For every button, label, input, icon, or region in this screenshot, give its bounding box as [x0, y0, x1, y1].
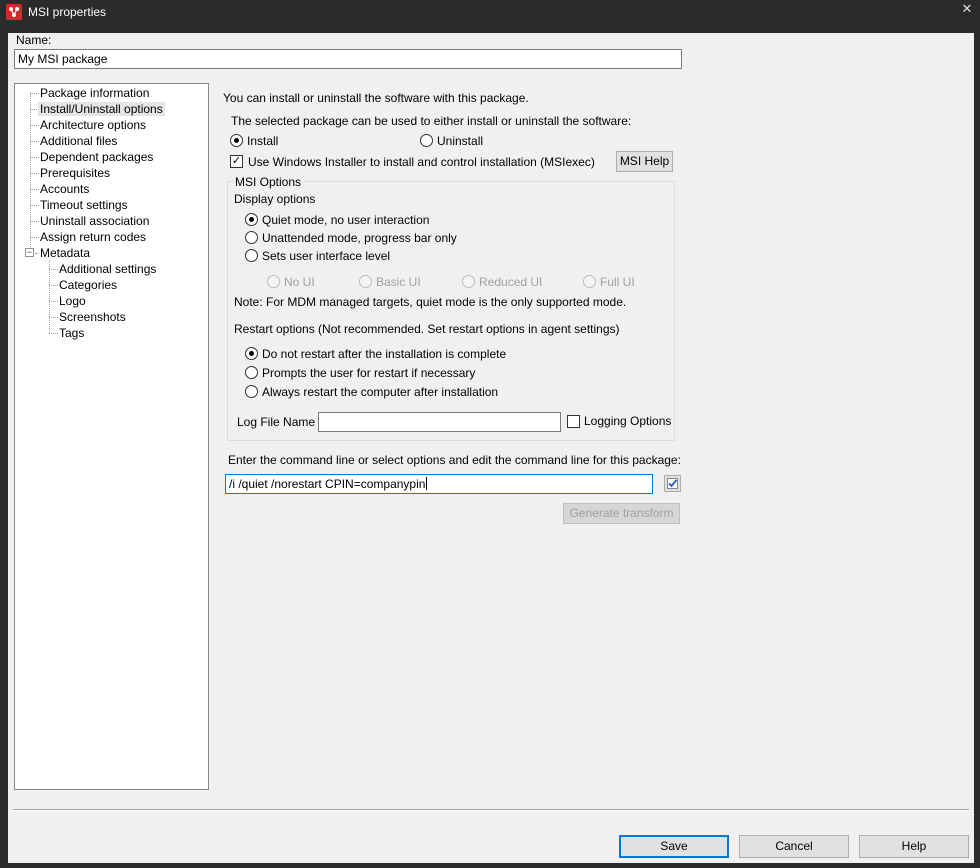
tree-item-uninstall-association[interactable]: Uninstall association — [40, 214, 149, 228]
install-radio[interactable] — [230, 134, 243, 147]
uninstall-radio[interactable] — [420, 134, 433, 147]
mode-prompt: The selected package can be used to eith… — [231, 114, 632, 128]
log-file-label: Log File Name — [237, 415, 316, 429]
name-label: Name: — [16, 33, 52, 47]
dialog-body: Name: My MSI package Package information… — [8, 33, 974, 863]
install-label: Install — [247, 134, 279, 148]
tree-item-additional-settings[interactable]: Additional settings — [59, 262, 156, 276]
no-ui-radio[interactable] — [267, 275, 280, 288]
uninstall-label: Uninstall — [437, 134, 484, 148]
tree-item-tags[interactable]: Tags — [59, 326, 84, 340]
name-input[interactable]: My MSI package — [14, 49, 682, 69]
display-options-title: Display options — [234, 192, 316, 206]
msi-help-button[interactable]: MSI Help — [616, 151, 673, 172]
no-ui-label: No UI — [284, 275, 315, 289]
tree-item-install-uninstall-options[interactable]: Install/Uninstall options — [38, 102, 165, 116]
check-icon — [667, 478, 678, 489]
reduced-ui-label: Reduced UI — [479, 275, 543, 289]
close-icon[interactable]: ✕ — [960, 2, 974, 16]
restart-options-title: Restart options (Not recommended. Set re… — [234, 322, 620, 336]
prompt-restart-radio[interactable] — [245, 366, 258, 379]
cmdline-input[interactable]: /i /quiet /norestart CPIN=companypin — [225, 474, 653, 494]
tree-item-logo[interactable]: Logo — [59, 294, 86, 308]
no-restart-label: Do not restart after the installation is… — [262, 347, 507, 361]
collapse-icon[interactable]: − — [25, 248, 34, 257]
tree-item-dependent-packages[interactable]: Dependent packages — [40, 150, 153, 164]
cancel-button[interactable]: Cancel — [739, 835, 849, 858]
prompt-restart-label: Prompts the user for restart if necessar… — [262, 366, 476, 380]
intro-text: You can install or uninstall the softwar… — [223, 91, 529, 105]
mdm-note: Note: For MDM managed targets, quiet mod… — [234, 295, 627, 309]
always-restart-label: Always restart the computer after instal… — [262, 385, 499, 399]
tree-item-accounts[interactable]: Accounts — [40, 182, 89, 196]
generate-transform-button[interactable]: Generate transform — [563, 503, 680, 524]
help-button[interactable]: Help — [859, 835, 969, 858]
use-msiexec-label: Use Windows Installer to install and con… — [248, 155, 595, 169]
ui-level-label: Sets user interface level — [262, 249, 391, 263]
unattended-mode-radio[interactable] — [245, 231, 258, 244]
tree-item-prerequisites[interactable]: Prerequisites — [40, 166, 110, 180]
tree-item-categories[interactable]: Categories — [59, 278, 117, 292]
footer-separator — [13, 809, 969, 811]
basic-ui-label: Basic UI — [376, 275, 421, 289]
tree-item-architecture-options[interactable]: Architecture options — [40, 118, 146, 132]
ui-level-radio[interactable] — [245, 249, 258, 262]
tree-item-package-information[interactable]: Package information — [40, 86, 149, 100]
text-caret — [426, 477, 428, 490]
navigation-tree: Package information Install/Uninstall op… — [14, 83, 209, 790]
save-button[interactable]: Save — [619, 835, 729, 858]
log-file-input[interactable] — [318, 412, 561, 432]
tree-item-assign-return-codes[interactable]: Assign return codes — [40, 230, 146, 244]
logging-options-checkbox[interactable] — [567, 415, 580, 428]
window-title: MSI properties — [28, 5, 107, 19]
apply-cmdline-button[interactable] — [664, 475, 681, 492]
reduced-ui-radio[interactable] — [462, 275, 475, 288]
full-ui-radio[interactable] — [583, 275, 596, 288]
msi-options-title: MSI Options — [233, 175, 304, 189]
title-bar: MSI properties ✕ — [0, 0, 980, 26]
logging-options-label: Logging Options — [584, 414, 672, 428]
cmdline-value: /i /quiet /norestart CPIN=companypin — [229, 477, 426, 491]
quiet-mode-radio[interactable] — [245, 213, 258, 226]
no-restart-radio[interactable] — [245, 347, 258, 360]
cmdline-prompt: Enter the command line or select options… — [228, 453, 681, 467]
app-icon — [6, 4, 22, 20]
tree-item-additional-files[interactable]: Additional files — [40, 134, 117, 148]
quiet-mode-label: Quiet mode, no user interaction — [262, 213, 430, 227]
tree-item-metadata[interactable]: Metadata — [40, 246, 90, 260]
tree-item-screenshots[interactable]: Screenshots — [59, 310, 126, 324]
tree-item-timeout-settings[interactable]: Timeout settings — [40, 198, 128, 212]
unattended-mode-label: Unattended mode, progress bar only — [262, 231, 457, 245]
basic-ui-radio[interactable] — [359, 275, 372, 288]
use-msiexec-checkbox[interactable]: ✓ — [230, 155, 243, 168]
always-restart-radio[interactable] — [245, 385, 258, 398]
full-ui-label: Full UI — [600, 275, 635, 289]
